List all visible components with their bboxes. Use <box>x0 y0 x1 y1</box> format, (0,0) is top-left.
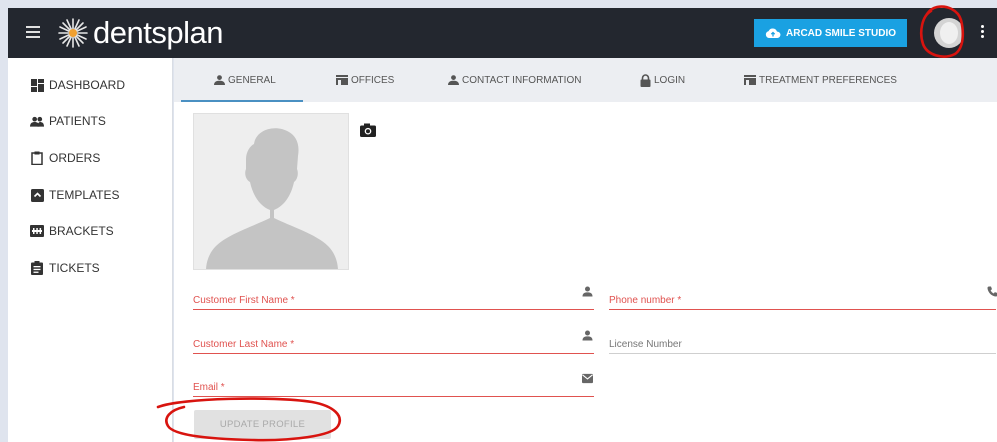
sidebar-item-label: ORDERS <box>49 151 101 165</box>
active-tab-indicator <box>181 100 303 102</box>
tab-login[interactable]: LOGIN <box>640 58 685 102</box>
more-vertical-icon[interactable] <box>981 25 985 41</box>
email-input[interactable] <box>193 373 594 396</box>
arcad-button-label: ARCAD SMILE STUDIO <box>786 27 896 39</box>
sidebar-item-patients[interactable]: PATIENTS <box>30 111 106 131</box>
arcad-smile-studio-button[interactable]: ARCAD SMILE STUDIO <box>754 19 907 47</box>
phone-number-field[interactable] <box>609 286 997 310</box>
main-content: GENERAL OFFICES CONTACT INFORMATION LOGI… <box>174 58 997 442</box>
sidebar-item-label: TICKETS <box>49 261 100 275</box>
person-silhouette-icon <box>206 128 338 269</box>
tab-label: GENERAL <box>228 74 276 86</box>
people-icon <box>30 114 44 128</box>
sidebar-item-templates[interactable]: TEMPLATES <box>30 185 119 205</box>
sidebar: DASHBOARD PATIENTS ORDERS TEMPLATES BRAC… <box>8 58 173 442</box>
sidebar-item-label: PATIENTS <box>49 114 106 128</box>
tab-contact-information[interactable]: CONTACT INFORMATION <box>448 58 581 102</box>
sidebar-item-orders[interactable]: ORDERS <box>30 148 100 168</box>
license-number-field[interactable] <box>609 330 996 354</box>
camera-icon[interactable] <box>360 123 376 137</box>
sidebar-item-label: TEMPLATES <box>49 188 120 202</box>
tab-label: OFFICES <box>351 74 395 86</box>
phone-number-input[interactable] <box>609 286 996 309</box>
mail-icon <box>582 373 593 384</box>
top-bar: dentsplan ARCAD SMILE STUDIO <box>8 8 997 58</box>
tab-label: CONTACT INFORMATION <box>462 74 582 86</box>
last-name-field[interactable] <box>193 330 594 354</box>
brand-name: dentsplan <box>93 15 223 50</box>
person-icon <box>582 330 593 341</box>
license-number-input[interactable] <box>609 330 996 353</box>
tab-general[interactable]: GENERAL <box>214 58 276 102</box>
store-icon <box>744 75 756 85</box>
starburst-logo-icon <box>58 18 88 48</box>
lock-icon <box>640 73 651 87</box>
clipboard-icon <box>30 151 44 165</box>
first-name-field[interactable] <box>193 286 594 310</box>
sidebar-item-brackets[interactable]: BRACKETS <box>30 221 114 241</box>
sidebar-item-dashboard[interactable]: DASHBOARD <box>30 75 125 95</box>
sidebar-item-tickets[interactable]: TICKETS <box>30 258 100 278</box>
template-icon <box>30 188 44 202</box>
store-icon <box>336 75 348 85</box>
phone-icon <box>987 286 997 297</box>
dashboard-icon <box>30 78 44 92</box>
tab-label: LOGIN <box>654 74 686 86</box>
cloud-upload-icon <box>765 27 781 38</box>
tab-label: TREATMENT PREFERENCES <box>759 74 897 86</box>
hamburger-menu-icon[interactable] <box>26 26 40 38</box>
last-name-input[interactable] <box>193 330 594 353</box>
first-name-input[interactable] <box>193 286 594 309</box>
ticket-icon <box>30 261 44 275</box>
person-icon <box>214 75 225 85</box>
profile-photo-placeholder <box>193 113 349 270</box>
tab-offices[interactable]: OFFICES <box>336 58 394 102</box>
sidebar-item-label: DASHBOARD <box>49 78 126 92</box>
tab-bar: GENERAL OFFICES CONTACT INFORMATION LOGI… <box>174 58 997 102</box>
brackets-icon <box>30 224 44 238</box>
sidebar-item-label: BRACKETS <box>49 224 114 238</box>
email-field[interactable] <box>193 373 594 397</box>
brand-logo[interactable]: dentsplan <box>56 16 223 50</box>
update-profile-button[interactable]: UPDATE PROFILE <box>194 410 331 439</box>
person-icon <box>582 286 593 297</box>
tab-treatment-preferences[interactable]: TREATMENT PREFERENCES <box>744 58 897 102</box>
person-icon <box>448 75 459 85</box>
user-avatar[interactable] <box>934 18 964 48</box>
